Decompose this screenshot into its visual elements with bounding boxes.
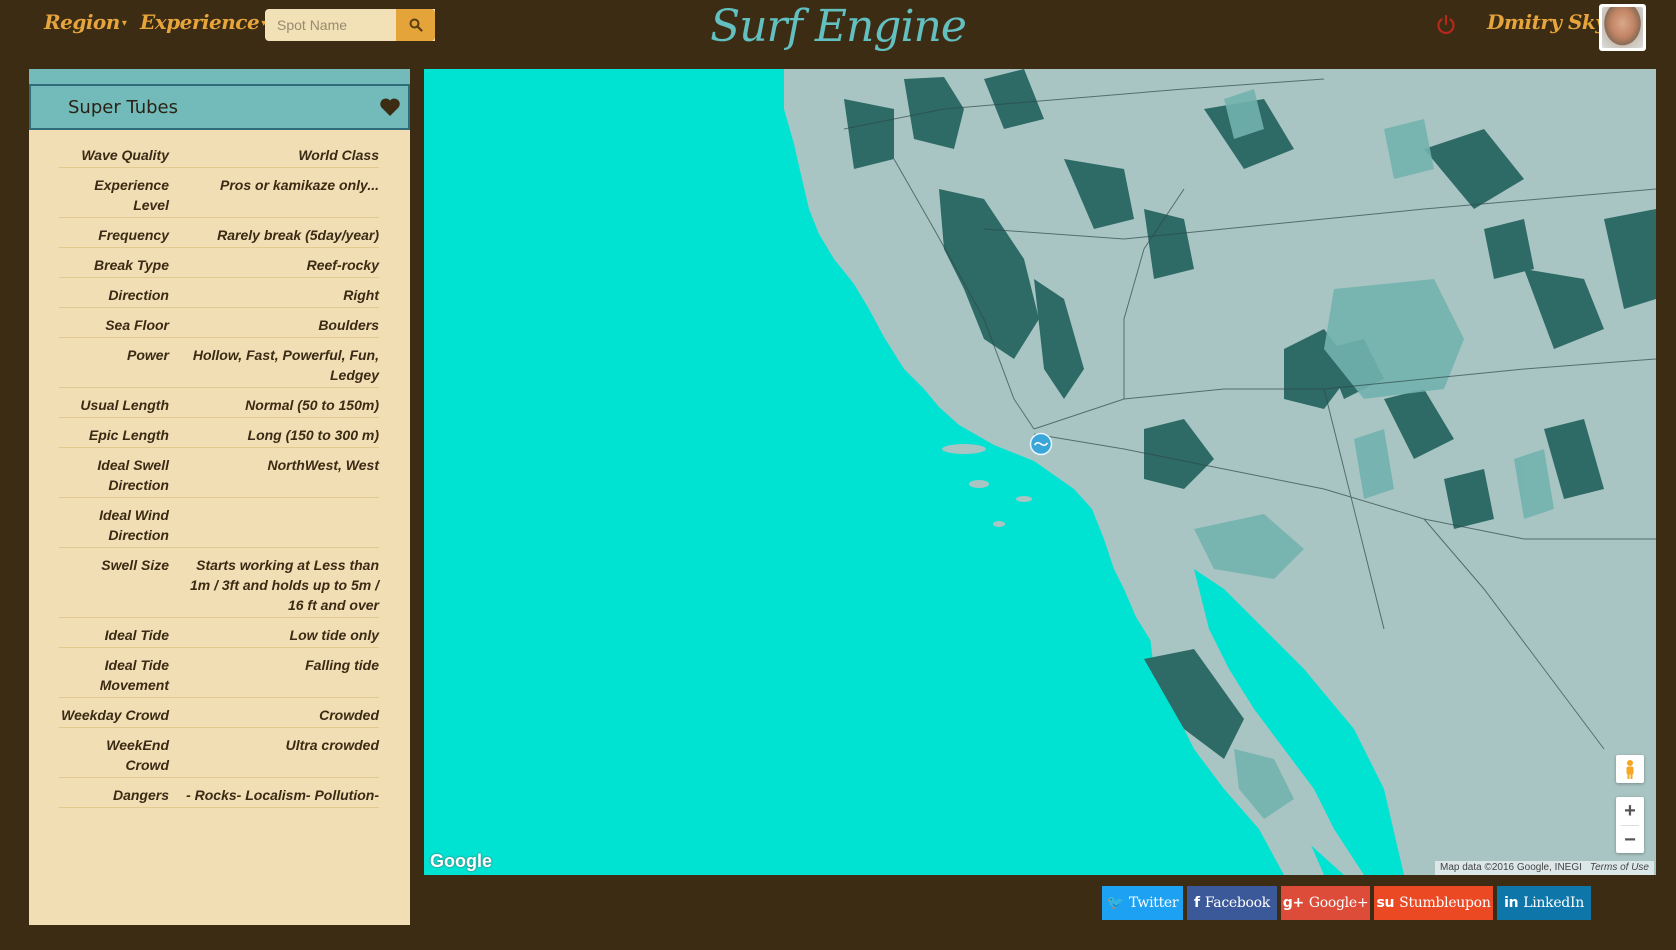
- heart-icon[interactable]: [378, 95, 402, 119]
- attribute-row: Ideal Tide Low tide only: [59, 618, 379, 648]
- attribute-label: WeekEnd Crowd: [106, 737, 169, 773]
- attribute-label: Experience Level: [94, 177, 169, 213]
- zoom-controls: + −: [1616, 797, 1644, 853]
- map-data-text: Map data ©2016 Google, INEGI: [1440, 862, 1582, 873]
- search-button[interactable]: [396, 9, 435, 41]
- attribute-row: WeekEnd Crowd Ultra crowded: [59, 728, 379, 778]
- avatar[interactable]: [1599, 4, 1646, 51]
- panel-top-bar: [29, 69, 410, 84]
- attribute-row: Experience Level Pros or kamikaze only...: [59, 168, 379, 218]
- attribute-value: NorthWest, West: [267, 457, 380, 473]
- attribute-label: Dangers: [112, 787, 169, 803]
- attribute-row: Ideal Wind Direction: [59, 498, 379, 548]
- attribute-label: Power: [126, 347, 169, 363]
- user-name[interactable]: Dmitry Sky: [1487, 10, 1607, 34]
- attribute-value: Starts working at Less than 1m / 3ft and…: [189, 557, 379, 613]
- share-google-plus-button[interactable]: g+ Google+: [1281, 886, 1370, 920]
- attribute-label: Swell Size: [101, 557, 169, 573]
- attribute-label: Sea Floor: [105, 317, 169, 333]
- region-dropdown[interactable]: Region ▾: [44, 10, 127, 34]
- share-linkedin-button[interactable]: in LinkedIn: [1497, 886, 1591, 920]
- attribute-label: Ideal Tide Movement: [99, 657, 169, 693]
- spot-details-panel: Super Tubes Wave Quality World Class Exper…: [29, 69, 410, 925]
- attribute-value: Falling tide: [305, 657, 379, 673]
- map[interactable]: Google Map data ©2016 Google, INEGI Term…: [424, 69, 1656, 875]
- attribute-row: Frequency Rarely break (5day/year): [59, 218, 379, 248]
- zoom-out-button[interactable]: −: [1616, 826, 1644, 854]
- attribute-value: [169, 505, 379, 545]
- attribute-row: Sea Floor Boulders: [59, 308, 379, 338]
- attribute-value: Right: [343, 287, 379, 303]
- attribute-label: Direction: [108, 287, 169, 303]
- stumbleupon-icon: su: [1376, 895, 1395, 911]
- attribute-label: Ideal Tide: [104, 627, 169, 643]
- attribute-row: Wave Quality World Class: [59, 138, 379, 168]
- attribute-value: Ultra crowded: [285, 737, 379, 753]
- spot-header: Super Tubes: [29, 84, 410, 130]
- power-icon[interactable]: [1434, 13, 1458, 37]
- attribute-value: Hollow, Fast, Powerful, Fun, Ledgey: [192, 347, 379, 383]
- experience-dropdown[interactable]: Experience ▾: [140, 10, 266, 34]
- attribute-row: Usual Length Normal (50 to 150m): [59, 388, 379, 418]
- surf-spot-marker-icon[interactable]: [1029, 432, 1053, 456]
- region-label: Region: [44, 10, 120, 34]
- linkedin-icon: in: [1504, 895, 1519, 911]
- pegman-icon: [1626, 760, 1634, 779]
- map-land-layer: [784, 69, 1656, 875]
- twitter-icon: 🐦: [1106, 895, 1124, 911]
- attribute-row: Break Type Reef-rocky: [59, 248, 379, 278]
- spot-attributes-table: Wave Quality World Class Experience Level P…: [59, 138, 379, 808]
- map-attribution: Map data ©2016 Google, INEGI Terms of Us…: [1435, 861, 1654, 875]
- attribute-value: Boulders: [318, 317, 379, 333]
- attribute-value: Pros or kamikaze only...: [220, 177, 379, 193]
- attribute-value: Normal (50 to 150m): [245, 397, 379, 413]
- attribute-value: Reef-rocky: [306, 257, 379, 273]
- attribute-label: Break Type: [94, 257, 169, 273]
- attribute-label: Weekday Crowd: [61, 707, 169, 723]
- google-logo: Google: [430, 851, 492, 871]
- attribute-row: Epic Length Long (150 to 300 m): [59, 418, 379, 448]
- share-twitter-button[interactable]: 🐦 Twitter: [1102, 886, 1183, 920]
- attribute-label: Wave Quality: [81, 147, 169, 163]
- zoom-in-button[interactable]: +: [1616, 797, 1644, 825]
- attribute-value: Low tide only: [289, 627, 379, 643]
- facebook-icon: f: [1194, 895, 1200, 911]
- attribute-row: Dangers - Rocks- Localism- Pollution-: [59, 778, 379, 808]
- caret-down-icon: ▾: [121, 18, 127, 29]
- attribute-value: - Rocks- Localism- Pollution-: [186, 787, 379, 803]
- attribute-label: Ideal Swell Direction: [97, 457, 169, 493]
- attribute-row: Direction Right: [59, 278, 379, 308]
- attribute-label: Epic Length: [88, 427, 169, 443]
- attribute-row: Weekday Crowd Crowded: [59, 698, 379, 728]
- attribute-label: Usual Length: [80, 397, 169, 413]
- search-icon: [409, 18, 423, 32]
- attribute-row: Ideal Tide Movement Falling tide: [59, 648, 379, 698]
- spot-title: Super Tubes: [68, 97, 179, 118]
- attribute-row: Swell Size Starts working at Less than 1m…: [59, 548, 379, 618]
- terms-of-use-link[interactable]: Terms of Use: [1590, 861, 1649, 875]
- experience-label: Experience: [140, 10, 260, 34]
- attribute-row: Power Hollow, Fast, Powerful, Fun, Ledgey: [59, 338, 379, 388]
- attribute-value: World Class: [298, 147, 379, 163]
- attribute-label: Ideal Wind Direction: [99, 507, 169, 543]
- attribute-value: Long (150 to 300 m): [247, 427, 379, 443]
- share-stumbleupon-button[interactable]: su Stumbleupon: [1374, 886, 1493, 920]
- street-view-pegman[interactable]: [1616, 755, 1644, 783]
- attribute-value: Crowded: [319, 707, 379, 723]
- attribute-row: Ideal Swell Direction NorthWest, West: [59, 448, 379, 498]
- attribute-value: Rarely break (5day/year): [217, 227, 379, 243]
- attribute-label: Frequency: [98, 227, 169, 243]
- share-facebook-button[interactable]: f Facebook: [1187, 886, 1277, 920]
- google-plus-icon: g+: [1282, 895, 1304, 911]
